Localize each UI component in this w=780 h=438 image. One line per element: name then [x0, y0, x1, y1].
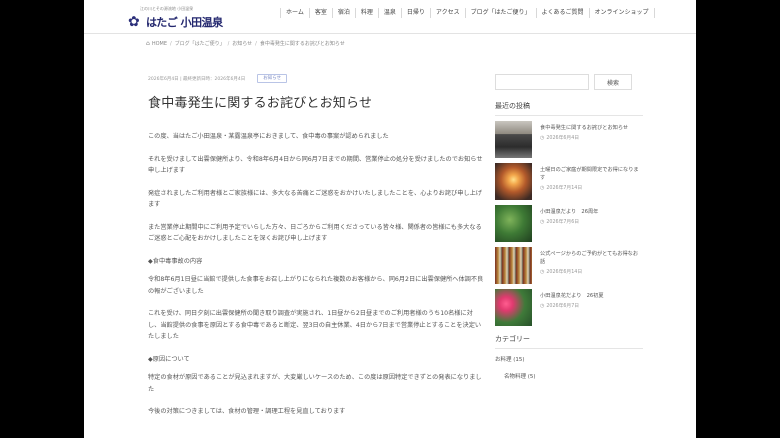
breadcrumb-separator: / [227, 40, 230, 47]
article-paragraph: また営業停止期間中にご利用予定でいらした方々、日ごろからご利用くださっている皆々… [148, 223, 482, 243]
article: 2026年6月4日 | 最終更新日時：2026年6月4日 お知らせ 食中毒発生に… [148, 74, 484, 429]
categories-title: カテゴリー [495, 334, 643, 349]
search-button[interactable]: 検索 [594, 74, 632, 90]
clock-icon: ◷ [540, 184, 545, 191]
article-date: 2026年6月4日 | 最終更新日時：2026年6月4日 [148, 76, 246, 82]
nav-day-trip[interactable]: 日帰り [400, 8, 430, 18]
article-meta: 2026年6月4日 | 最終更新日時：2026年6月4日 お知らせ [148, 74, 484, 83]
nav-home[interactable]: ホーム [280, 8, 309, 18]
post-date: 2026年6月7日 [546, 304, 580, 309]
post-thumbnail[interactable] [495, 205, 532, 242]
post-thumbnail[interactable] [495, 163, 532, 200]
article-paragraph: それを受けまして出雲保健所より、令和8年6月4日から同6月7日までの期間、営業停… [148, 155, 483, 175]
logo-tagline: 江の川とその源流地 小田温泉 [140, 6, 194, 11]
breadcrumb-news[interactable]: お知らせ [232, 40, 252, 47]
post-title[interactable]: 小田温泉だより 26周年 [540, 208, 598, 216]
article-paragraph: この度、当はたご小田温泉・某露温泉亭におきまして、食中毒の事案が認められました [148, 133, 389, 140]
breadcrumb-home[interactable]: HOME [152, 41, 167, 47]
post-thumbnail[interactable] [495, 121, 532, 158]
article-heading: ◆原因について [148, 355, 190, 363]
page: 江の川とその源流地 小田温泉 ✿ はたご 小田温泉 ホーム 客室 宿泊 料理 温… [84, 0, 696, 438]
post-thumbnail[interactable] [495, 247, 532, 284]
article-body: この度、当はたご小田温泉・某露温泉亭におきまして、食中毒の事案が認められました … [148, 131, 484, 418]
article-paragraph: これを受け、同日夕刻に出雲保健所の聞き取り調査が実施され、1日昼から2日昼までの… [148, 310, 482, 340]
nav-stay[interactable]: 宿泊 [331, 8, 355, 18]
post-title[interactable]: 土曜日のご家庭が期間限定でお得になります [540, 166, 643, 182]
post-date: 2026年7月6日 [546, 220, 580, 225]
nav-rooms[interactable]: 客室 [308, 8, 332, 18]
category-badge[interactable]: お知らせ [257, 74, 288, 83]
post-date: 2026年7月14日 [546, 186, 583, 191]
category-item[interactable]: お料理 (15) [495, 355, 643, 363]
breadcrumb-separator: / [255, 40, 257, 47]
recent-posts-title: 最近の投稿 [495, 101, 643, 116]
clock-icon: ◷ [540, 218, 545, 225]
post-title[interactable]: 食中毒発生に関するお詫びとお知らせ [540, 124, 628, 132]
recent-post[interactable]: 土曜日のご家庭が期間限定でお得になります ◷ 2026年7月14日 [495, 163, 643, 200]
recent-post[interactable]: 小田温泉だより 26周年 ◷ 2026年7月6日 [495, 205, 643, 242]
breadcrumb-current: 食中毒発生に関するお詫びとお知らせ [259, 41, 345, 47]
article-paragraph: 特定の食材が原因であることが見込まれますが、大変厳しいケースのため、この度は原因… [148, 374, 482, 393]
breadcrumb-blog[interactable]: ブログ「はたご便り」 [175, 40, 225, 47]
nav-onsen[interactable]: 温泉 [377, 8, 401, 18]
breadcrumb-separator: / [169, 40, 172, 47]
nav-cuisine[interactable]: 料理 [354, 8, 378, 18]
category-subitem[interactable]: 名物料理 (5) [495, 372, 643, 380]
article-title: 食中毒発生に関するお詫びとお知らせ [148, 96, 373, 111]
article-heading: ◆食中毒事故の内容 [148, 257, 203, 265]
clock-icon: ◷ [540, 134, 545, 141]
article-paragraph: 令和8年6月1日昼に当館で提供した食事をお召し上がりになられた複数のお客様から、… [148, 276, 484, 295]
site-header: 江の川とその源流地 小田温泉 ✿ はたご 小田温泉 ホーム 客室 宿泊 料理 温… [84, 0, 696, 34]
sidebar: 検索 最近の投稿 食中毒発生に関するお詫びとお知らせ ◷ 2026年6月4日 土曜… [495, 74, 643, 380]
recent-post[interactable]: 公式ページからのご予約がとてもお得なお話 ◷ 2026年6月14日 [495, 247, 643, 284]
recent-post[interactable]: 小田温泉花だより 26初夏 ◷ 2026年6月7日 [495, 289, 643, 326]
clock-icon: ◷ [540, 268, 545, 275]
article-paragraph: 発症されましたご利用者様とご家族様には、多大なる苦痛とご迷惑をおかけいたしました… [148, 189, 482, 209]
site-logo[interactable]: 江の川とその源流地 小田温泉 ✿ はたご 小田温泉 [128, 6, 223, 30]
nav-access[interactable]: アクセス [429, 8, 465, 18]
recent-post[interactable]: 食中毒発生に関するお詫びとお知らせ ◷ 2026年6月4日 [495, 121, 643, 158]
post-title[interactable]: 公式ページからのご予約がとてもお得なお話 [540, 250, 643, 266]
post-date: 2026年6月14日 [546, 270, 583, 275]
nav-online-shop[interactable]: オンラインショップ [588, 8, 655, 18]
post-title[interactable]: 小田温泉花だより 26初夏 [540, 292, 604, 300]
post-date: 2026年6月4日 [546, 136, 580, 141]
search-widget: 検索 [495, 74, 643, 90]
home-icon: ⌂ [146, 40, 150, 47]
nav-blog[interactable]: ブログ「はたご便り」 [464, 8, 536, 18]
breadcrumb: ⌂ HOME / ブログ「はたご便り」 / お知らせ / 食中毒発生に関するお詫… [146, 40, 348, 47]
nav-faq[interactable]: よくあるご質問 [535, 8, 589, 18]
post-thumbnail[interactable] [495, 289, 532, 326]
search-input[interactable] [495, 74, 589, 90]
global-nav: ホーム 客室 宿泊 料理 温泉 日帰り アクセス ブログ「はたご便り」 よくある… [280, 8, 655, 18]
article-paragraph: 今後の対策につきましては、食材の管理・調理工程を見直しております [148, 408, 346, 415]
clock-icon: ◷ [540, 302, 545, 309]
logo-text: はたご 小田温泉 [146, 16, 223, 29]
logo-flower-icon: ✿ [128, 14, 140, 30]
